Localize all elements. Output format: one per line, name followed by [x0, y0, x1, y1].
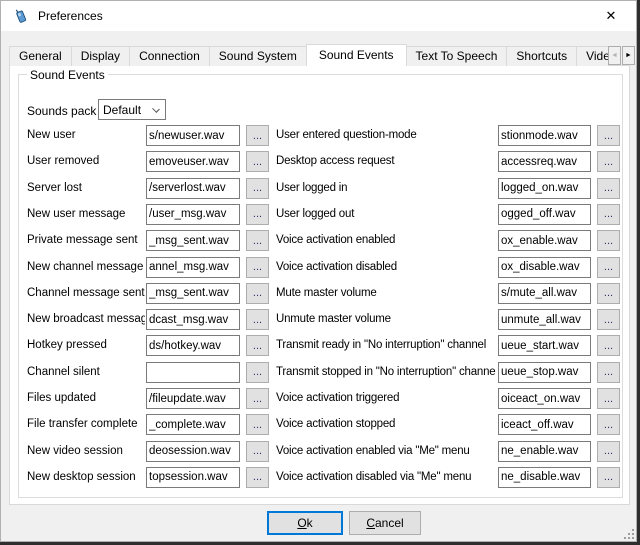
- sound-event-row: User logged in...: [19, 178, 622, 199]
- event-label: Transmit ready in "No interruption" chan…: [276, 339, 496, 351]
- app-icon: [12, 7, 30, 25]
- event-label: Voice activation triggered: [276, 392, 496, 404]
- event-label: User logged in: [276, 182, 496, 194]
- browse-button[interactable]: ...: [597, 151, 620, 172]
- arrow-right-icon: ►: [625, 52, 632, 59]
- browse-button[interactable]: ...: [597, 125, 620, 146]
- browse-button[interactable]: ...: [597, 204, 620, 225]
- sound-event-row: Voice activation enabled via "Me" menu..…: [19, 441, 622, 462]
- tab-video[interactable]: Video: [576, 46, 608, 66]
- sound-file-input[interactable]: [498, 467, 591, 488]
- sound-event-row: Voice activation enabled...: [19, 230, 622, 251]
- event-label: Desktop access request: [276, 155, 496, 167]
- sound-event-row: Voice activation stopped...: [19, 414, 622, 435]
- browse-button[interactable]: ...: [597, 335, 620, 356]
- sound-file-input[interactable]: [498, 283, 591, 304]
- sound-file-input[interactable]: [498, 414, 591, 435]
- sound-file-input[interactable]: [498, 362, 591, 383]
- event-label: Voice activation disabled: [276, 261, 496, 273]
- sound-events-groupbox: Sound Events Sounds pack Default New use…: [18, 74, 623, 498]
- sound-event-row: Transmit stopped in "No interruption" ch…: [19, 362, 622, 383]
- sound-event-row: User logged out...: [19, 204, 622, 225]
- cancel-button[interactable]: Cancel: [349, 511, 421, 535]
- resize-grip[interactable]: [622, 527, 634, 539]
- tab-display[interactable]: Display: [71, 46, 130, 66]
- tab-bar: GeneralDisplayConnectionSound SystemSoun…: [9, 44, 608, 66]
- sounds-pack-label: Sounds pack: [27, 104, 96, 118]
- close-button[interactable]: ✕: [594, 1, 628, 30]
- event-label: Voice activation enabled: [276, 234, 496, 246]
- sound-event-row: Desktop access request...: [19, 151, 622, 172]
- browse-button[interactable]: ...: [597, 362, 620, 383]
- chevron-down-icon: [152, 105, 160, 113]
- sound-file-input[interactable]: [498, 178, 591, 199]
- sound-file-input[interactable]: [498, 335, 591, 356]
- sound-file-input[interactable]: [498, 204, 591, 225]
- sound-file-input[interactable]: [498, 230, 591, 251]
- tab-text-to-speech[interactable]: Text To Speech: [406, 46, 508, 66]
- sound-file-input[interactable]: [498, 441, 591, 462]
- browse-button[interactable]: ...: [597, 309, 620, 330]
- tab-panel-sound-events: Sound Events Sounds pack Default New use…: [9, 65, 630, 505]
- tab-sound-events[interactable]: Sound Events: [306, 44, 407, 66]
- close-icon: ✕: [606, 8, 617, 24]
- tab-shortcuts[interactable]: Shortcuts: [506, 46, 577, 66]
- preferences-window: Preferences ✕ GeneralDisplayConnectionSo…: [0, 0, 637, 542]
- browse-button[interactable]: ...: [597, 283, 620, 304]
- event-label: Transmit stopped in "No interruption" ch…: [276, 366, 496, 378]
- tab-connection[interactable]: Connection: [129, 46, 210, 66]
- ok-button[interactable]: Ok: [267, 511, 343, 535]
- event-label: User logged out: [276, 208, 496, 220]
- sound-event-row: Voice activation disabled via "Me" menu.…: [19, 467, 622, 488]
- sound-event-row: Unmute master volume...: [19, 309, 622, 330]
- browse-button[interactable]: ...: [597, 230, 620, 251]
- sound-event-row: Voice activation disabled...: [19, 257, 622, 278]
- browse-button[interactable]: ...: [597, 388, 620, 409]
- event-label: Voice activation enabled via "Me" menu: [276, 445, 496, 457]
- browse-button[interactable]: ...: [597, 441, 620, 462]
- browse-button[interactable]: ...: [597, 178, 620, 199]
- tab-scroll-buttons: ◄ ►: [608, 46, 635, 65]
- event-label: User entered question-mode: [276, 129, 496, 141]
- event-label: Voice activation stopped: [276, 418, 496, 430]
- sound-event-row: Mute master volume...: [19, 283, 622, 304]
- window-title: Preferences: [38, 9, 103, 23]
- event-label: Voice activation disabled via "Me" menu: [276, 471, 496, 483]
- browse-button[interactable]: ...: [597, 467, 620, 488]
- sounds-pack-select[interactable]: Default: [98, 99, 166, 120]
- sound-file-input[interactable]: [498, 125, 591, 146]
- sound-event-row: Voice activation triggered...: [19, 388, 622, 409]
- sound-event-row: Transmit ready in "No interruption" chan…: [19, 335, 622, 356]
- sound-file-input[interactable]: [498, 257, 591, 278]
- browse-button[interactable]: ...: [597, 257, 620, 278]
- tab-sound-system[interactable]: Sound System: [209, 46, 307, 66]
- title-bar: Preferences ✕: [1, 1, 636, 31]
- sound-file-input[interactable]: [498, 388, 591, 409]
- tab-scroll-left-button[interactable]: ◄: [608, 46, 621, 65]
- tab-scroll-right-button[interactable]: ►: [622, 46, 635, 65]
- sound-event-row: User entered question-mode...: [19, 125, 622, 146]
- tab-general[interactable]: General: [9, 46, 72, 66]
- groupbox-label: Sound Events: [27, 68, 108, 82]
- browse-button[interactable]: ...: [597, 414, 620, 435]
- arrow-left-icon: ◄: [611, 52, 618, 59]
- event-label: Mute master volume: [276, 287, 496, 299]
- event-label: Unmute master volume: [276, 313, 496, 325]
- sound-file-input[interactable]: [498, 151, 591, 172]
- sounds-pack-value: Default: [103, 103, 141, 117]
- sound-file-input[interactable]: [498, 309, 591, 330]
